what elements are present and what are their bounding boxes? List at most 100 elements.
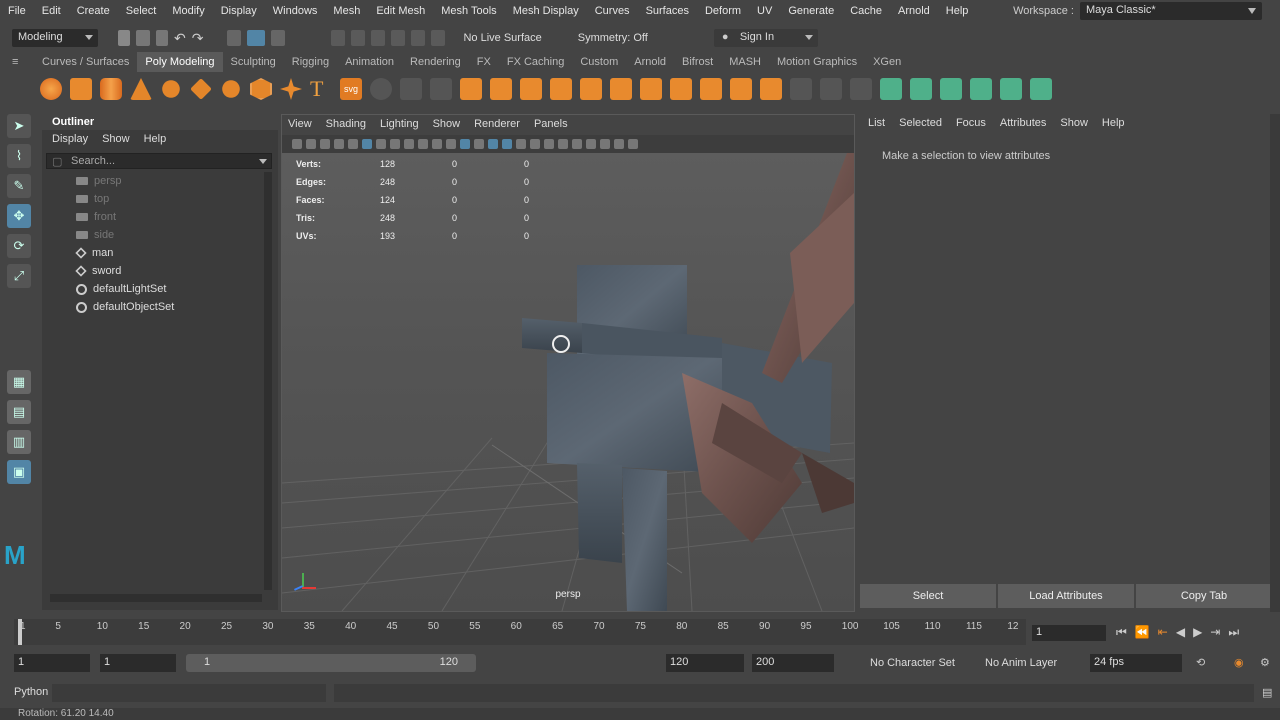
type-tool-icon[interactable]: T [310, 76, 332, 102]
menu-set-dropdown[interactable]: Modeling [12, 29, 98, 47]
gate-mask-icon[interactable] [404, 139, 414, 149]
snap-grid-icon[interactable] [331, 30, 346, 46]
shelf-tab-poly-modeling[interactable]: Poly Modeling [137, 52, 223, 72]
camera-select-icon[interactable] [292, 139, 302, 149]
perspective-viewport[interactable]: Verts: 128 0 0 Edges: 248 0 0 Faces: 124 0 0 Tris: 24… [282, 153, 854, 611]
poly-cone-icon[interactable] [130, 78, 152, 100]
auto-map-icon[interactable] [1000, 78, 1022, 100]
shelf-tab-sculpting[interactable]: Sculpting [223, 52, 284, 72]
field-chart-icon[interactable] [418, 139, 428, 149]
new-scene-icon[interactable] [118, 30, 130, 46]
viewport-menu-renderer[interactable]: Renderer [474, 118, 520, 132]
poly-torus-icon[interactable] [162, 80, 180, 98]
freeze-transform-icon[interactable] [760, 78, 782, 100]
outliner-item[interactable]: man [42, 244, 278, 262]
combine-icon[interactable] [400, 78, 422, 100]
menu-arnold[interactable]: Arnold [890, 5, 938, 17]
center-pivot-icon[interactable] [730, 78, 752, 100]
ae-menu-help[interactable]: Help [1102, 117, 1125, 131]
time-slider-track[interactable]: 1 5 10 15 20 25 30 35 40 45 50 55 60 65 70 75 80 85 90 95 10… [14, 619, 1026, 645]
scale-tool-icon[interactable]: ⤢ [7, 264, 31, 288]
target-weld-icon[interactable] [820, 78, 842, 100]
outliner-item[interactable]: front [42, 208, 278, 226]
extract-icon[interactable] [490, 78, 512, 100]
viewport-menu-shading[interactable]: Shading [326, 118, 366, 132]
workspace-dropdown[interactable]: Maya Classic* [1080, 2, 1262, 20]
undo-icon[interactable]: ↶ [174, 30, 186, 47]
outliner-item[interactable]: persp [42, 172, 278, 190]
mirror-icon[interactable] [580, 78, 602, 100]
ae-menu-show[interactable]: Show [1060, 117, 1088, 131]
menu-file[interactable]: File [0, 5, 34, 17]
copy-tab-button[interactable]: Copy Tab [1136, 584, 1272, 608]
snap-surface-icon[interactable] [411, 30, 426, 46]
playback-start-field[interactable]: 1 [100, 654, 176, 672]
extrude-icon[interactable] [610, 78, 632, 100]
wireframe-on-shaded-icon[interactable] [474, 139, 484, 149]
outliner-item[interactable]: defaultObjectSet [42, 298, 278, 316]
persp-outliner-layout-icon[interactable]: ▥ [7, 430, 31, 454]
open-scene-icon[interactable] [136, 30, 150, 46]
menu-deform[interactable]: Deform [697, 5, 749, 17]
spherical-map-icon[interactable] [970, 78, 992, 100]
anim-prefs-icon[interactable]: ⚙ [1260, 656, 1270, 669]
poly-plane-icon[interactable] [190, 78, 212, 100]
menu-uv[interactable]: UV [749, 5, 780, 17]
outliner-menu-help[interactable]: Help [144, 133, 167, 147]
menu-mesh[interactable]: Mesh [325, 5, 368, 17]
script-language-toggle[interactable]: Python [14, 686, 48, 698]
play-backwards-icon[interactable]: ◀ [1176, 625, 1185, 640]
range-slider-bar[interactable]: 1 120 [186, 654, 476, 672]
wireframe-icon[interactable] [446, 139, 456, 149]
select-button[interactable]: Select [860, 584, 996, 608]
super-shape-icon[interactable] [280, 78, 302, 100]
outliner-search-input[interactable]: ▢ Search... [46, 153, 272, 169]
sign-in-button[interactable]: ● Sign In [713, 29, 818, 47]
poly-sphere-icon[interactable] [40, 78, 62, 100]
resolution-gate-icon[interactable] [390, 139, 400, 149]
shelf-tab-arnold[interactable]: Arnold [626, 52, 674, 72]
fps-dropdown[interactable]: 24 fps [1090, 654, 1182, 672]
bevel-icon[interactable] [370, 78, 392, 100]
boolean-union-icon[interactable] [520, 78, 542, 100]
camera-attributes-icon[interactable] [306, 139, 316, 149]
uv-editor-icon[interactable] [880, 78, 902, 100]
lasso-tool-icon[interactable]: ⌇ [7, 144, 31, 168]
outliner-hscrollbar[interactable] [50, 594, 262, 602]
snap-point-icon[interactable] [371, 30, 386, 46]
outliner-item[interactable]: top [42, 190, 278, 208]
script-editor-icon[interactable]: ▤ [1262, 686, 1272, 699]
menu-create[interactable]: Create [69, 5, 118, 17]
menu-select[interactable]: Select [118, 5, 165, 17]
safe-action-icon[interactable] [432, 139, 442, 149]
step-back-icon[interactable]: ⏪ [1135, 625, 1150, 640]
auto-key-icon[interactable]: ◉ [1234, 656, 1244, 669]
loop-icon[interactable]: ⟲ [1196, 656, 1205, 669]
depth-of-field-icon[interactable] [572, 139, 582, 149]
viewport-menu-show[interactable]: Show [433, 118, 461, 132]
shelf-tab-xgen[interactable]: XGen [865, 52, 909, 72]
viewport-menu-lighting[interactable]: Lighting [380, 118, 419, 132]
menu-display[interactable]: Display [213, 5, 265, 17]
command-input[interactable] [52, 684, 326, 702]
xray-joints-icon[interactable] [614, 139, 624, 149]
chevron-down-icon[interactable] [259, 159, 267, 168]
cylindrical-map-icon[interactable] [940, 78, 962, 100]
xray-components-icon[interactable] [628, 139, 638, 149]
film-gate-icon[interactable] [376, 139, 386, 149]
shelf-tab-custom[interactable]: Custom [572, 52, 626, 72]
planar-map-icon[interactable] [910, 78, 932, 100]
rotate-tool-icon[interactable]: ⟳ [7, 234, 31, 258]
outliner-item[interactable]: defaultLightSet [42, 280, 278, 298]
bridge-icon[interactable] [640, 78, 662, 100]
poly-disc-icon[interactable] [222, 80, 240, 98]
playback-end-field[interactable]: 120 [666, 654, 744, 672]
shelf-tab-rendering[interactable]: Rendering [402, 52, 469, 72]
fill-hole-icon[interactable] [700, 78, 722, 100]
step-back-key-icon[interactable]: ⇤ [1158, 625, 1168, 640]
side-tabs-strip[interactable] [1270, 114, 1280, 612]
shadows-icon[interactable] [516, 139, 526, 149]
snap-history-icon[interactable] [431, 30, 446, 46]
menu-generate[interactable]: Generate [780, 5, 842, 17]
shelf-tab-motion-graphics[interactable]: Motion Graphics [769, 52, 865, 72]
